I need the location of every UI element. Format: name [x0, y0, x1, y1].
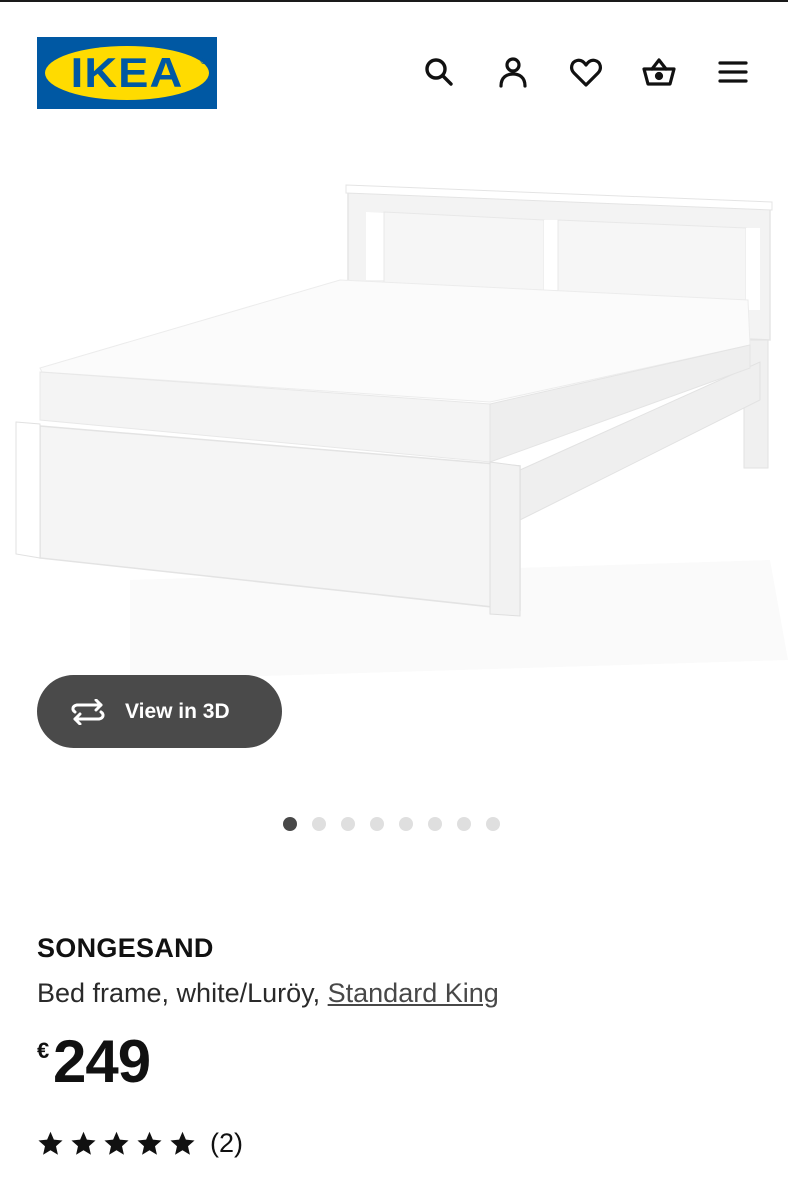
star-icon: [38, 1131, 63, 1155]
site-header: IKEA ®: [0, 0, 788, 140]
star-icon: [137, 1131, 162, 1155]
product-description: Bed frame, white/Luröy, Standard King: [37, 978, 499, 1009]
carousel-dot[interactable]: [398, 817, 413, 831]
bed-illustration: [15, 184, 788, 680]
view-in-3d-button[interactable]: View in 3D: [37, 675, 282, 748]
rotate-3d-icon: [71, 698, 105, 725]
menu-icon[interactable]: [713, 52, 753, 92]
account-icon[interactable]: [493, 52, 533, 92]
registered-mark: ®: [200, 56, 207, 66]
basket-icon[interactable]: [639, 52, 679, 92]
rating-count: (2): [210, 1127, 243, 1158]
rating-stars: [37, 1130, 196, 1157]
carousel-dot[interactable]: [369, 817, 384, 831]
star-icon: [71, 1131, 96, 1155]
carousel-dot[interactable]: [311, 817, 326, 831]
ikea-logo[interactable]: IKEA ®: [37, 37, 217, 109]
product-image[interactable]: [0, 140, 788, 700]
search-icon[interactable]: [419, 52, 459, 92]
carousel-dot[interactable]: [282, 817, 297, 831]
logo-text: IKEA: [70, 49, 184, 96]
size-link[interactable]: Standard King: [328, 978, 499, 1008]
product-rating[interactable]: (2): [37, 1126, 243, 1160]
view-in-3d-label: View in 3D: [125, 699, 230, 723]
carousel-dot[interactable]: [456, 817, 471, 831]
carousel-dot[interactable]: [485, 817, 500, 831]
price-currency: €: [37, 1038, 50, 1063]
heart-icon[interactable]: [566, 52, 606, 92]
image-carousel-dots: [0, 817, 788, 833]
carousel-dot[interactable]: [427, 817, 442, 831]
star-icon: [170, 1131, 195, 1155]
carousel-dot[interactable]: [340, 817, 355, 831]
product-description-text: Bed frame, white/Luröy,: [37, 978, 328, 1008]
star-icon: [104, 1131, 129, 1155]
product-name: SONGESAND: [37, 933, 214, 963]
price-amount: 249: [53, 1028, 151, 1095]
